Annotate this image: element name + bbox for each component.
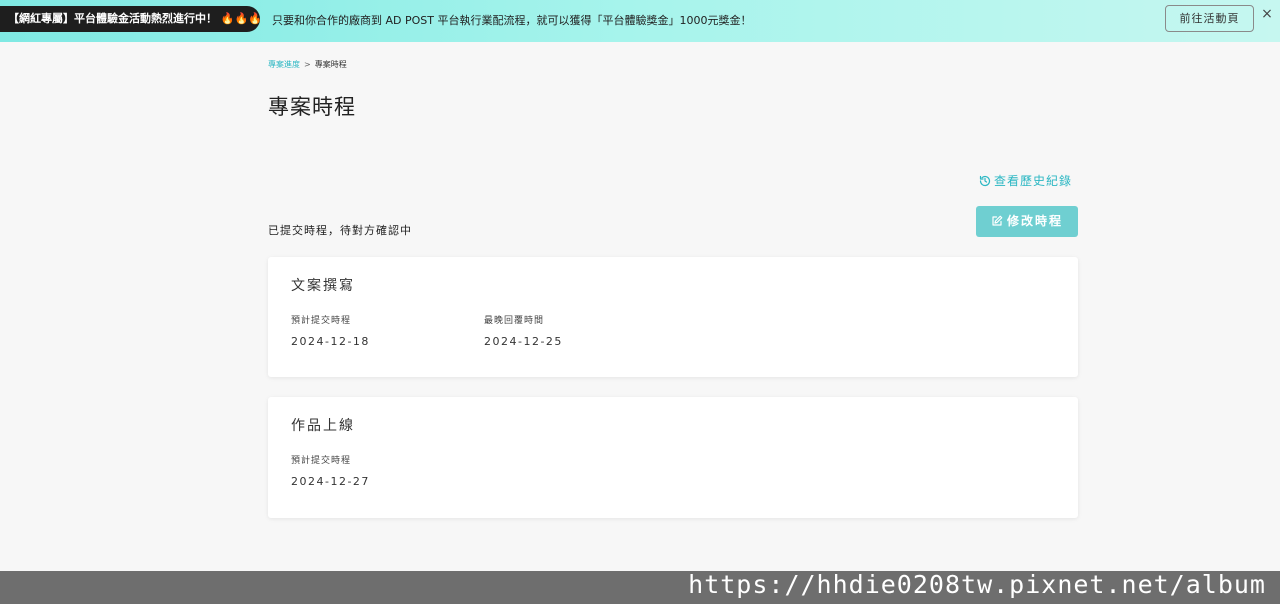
- field-label: 預計提交時程: [291, 316, 352, 326]
- view-history-label: 查看歷史紀錄: [994, 174, 1073, 188]
- fire-icon: 🔥🔥🔥: [220, 12, 260, 25]
- schedule-card-title: 文案撰寫: [291, 278, 355, 294]
- view-history-link[interactable]: 查看歷史紀錄: [979, 172, 1072, 189]
- field-value: 2024-12-27: [291, 475, 370, 488]
- watermark-url: https://hhdie0208tw.pixnet.net/album: [688, 570, 1266, 599]
- go-event-button[interactable]: 前往活動頁: [1165, 5, 1254, 32]
- history-clock-icon: [979, 175, 991, 187]
- page-title: 專案時程: [268, 95, 356, 119]
- field-label: 預計提交時程: [291, 456, 352, 466]
- field-label: 最晚回覆時間: [484, 316, 545, 326]
- breadcrumb: 專案進度 > 專案時程: [268, 59, 347, 70]
- promo-pill[interactable]: 【網紅專屬】平台體驗金活動熱烈進行中！ 🔥🔥🔥: [0, 6, 260, 32]
- schedule-card-title: 作品上線: [291, 418, 355, 434]
- promo-message: 只要和你合作的廠商到 AD POST 平台執行業配流程，就可以獲得「平台體驗獎金…: [272, 14, 752, 27]
- schedule-field: 預計提交時程 2024-12-18: [291, 313, 370, 348]
- schedule-field: 預計提交時程 2024-12-27: [291, 453, 370, 488]
- edit-schedule-button[interactable]: 修改時程: [976, 206, 1078, 237]
- schedule-card-publish: 作品上線 預計提交時程 2024-12-27: [268, 397, 1078, 518]
- close-icon[interactable]: ×: [1260, 6, 1274, 22]
- schedule-status: 已提交時程，待對方確認中: [268, 224, 412, 237]
- schedule-card-copywriting: 文案撰寫 預計提交時程 2024-12-18 最晚回覆時間 2024-12-25: [268, 257, 1078, 377]
- edit-schedule-label: 修改時程: [1006, 214, 1063, 228]
- breadcrumb-parent-link[interactable]: 專案進度: [268, 60, 300, 69]
- breadcrumb-separator: >: [304, 60, 311, 69]
- promo-banner: 【網紅專屬】平台體驗金活動熱烈進行中！ 🔥🔥🔥 只要和你合作的廠商到 AD PO…: [0, 0, 1280, 42]
- field-value: 2024-12-25: [484, 335, 563, 348]
- breadcrumb-current: 專案時程: [314, 60, 347, 69]
- edit-square-icon: [992, 215, 1003, 226]
- field-value: 2024-12-18: [291, 335, 370, 348]
- schedule-field: 最晚回覆時間 2024-12-25: [484, 313, 563, 348]
- promo-label: 【網紅專屬】平台體驗金活動熱烈進行中！: [8, 12, 217, 25]
